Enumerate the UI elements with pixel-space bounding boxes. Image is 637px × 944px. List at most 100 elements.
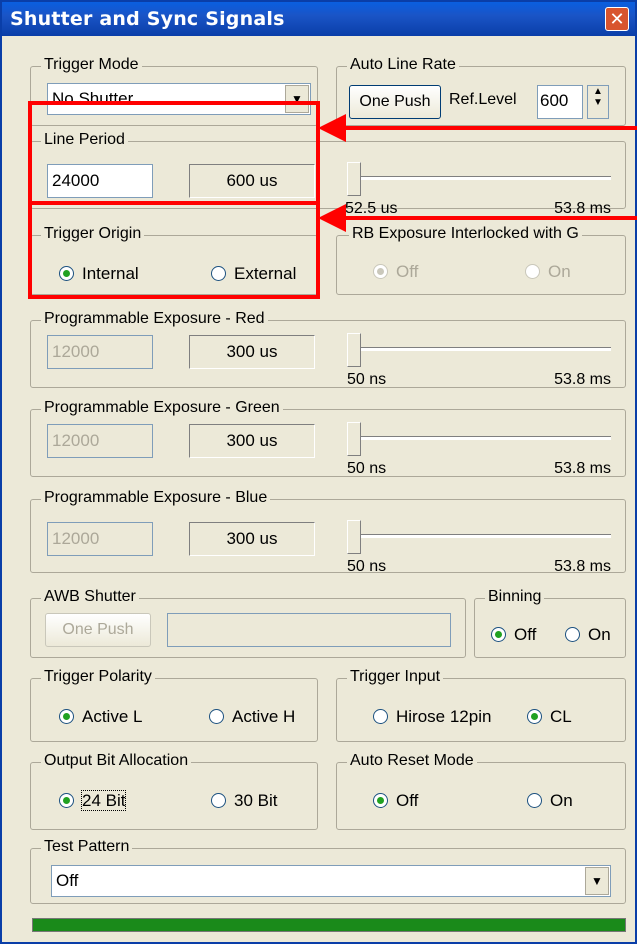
- exposure-green-group: Programmable Exposure - Green 12000 300 …: [30, 399, 626, 478]
- trigger-polarity-group: Trigger Polarity Active L Active H: [30, 668, 318, 742]
- rb-exposure-group: RB Exposure Interlocked with G Off On: [336, 225, 626, 295]
- radio-label: On: [548, 262, 571, 281]
- trigger-mode-legend: Trigger Mode: [41, 56, 142, 74]
- auto-line-rate-legend: Auto Line Rate: [347, 56, 459, 74]
- auto-reset-group: Auto Reset Mode Off On: [336, 752, 626, 830]
- window-title: Shutter and Sync Signals: [10, 8, 285, 30]
- exposure-blue-group: Programmable Exposure - Blue 12000 300 u…: [30, 489, 626, 576]
- awb-shutter-legend: AWB Shutter: [41, 588, 139, 606]
- radio-dot: [373, 709, 388, 724]
- auto-reset-legend: Auto Reset Mode: [347, 752, 477, 770]
- trigger-polarity-legend: Trigger Polarity: [41, 668, 155, 686]
- radio-dot: [373, 793, 388, 808]
- exposure-green-input[interactable]: 12000: [47, 424, 153, 458]
- rb-exposure-off-radio[interactable]: Off: [373, 262, 418, 282]
- exposure-green-min: 50 ns: [347, 460, 387, 477]
- output-bit-30-radio[interactable]: 30 Bit: [211, 791, 277, 811]
- exposure-green-max: 53.8 ms: [554, 460, 611, 477]
- output-bit-24-radio[interactable]: 24 Bit: [59, 790, 127, 811]
- exposure-red-max: 53.8 ms: [554, 371, 611, 388]
- test-pattern-value: Off: [56, 871, 79, 890]
- dialog-window: Shutter and Sync Signals ✕ Trigger Mode …: [0, 0, 637, 944]
- ref-level-spinner[interactable]: ▲ ▼: [587, 85, 609, 119]
- binning-on-radio[interactable]: On: [565, 625, 611, 645]
- slider-thumb[interactable]: [347, 162, 361, 196]
- radio-dot: [209, 709, 224, 724]
- binning-group: Binning Off On: [474, 588, 626, 658]
- radio-label: Off: [396, 262, 419, 281]
- binning-legend: Binning: [485, 588, 545, 606]
- radio-dot: [491, 627, 506, 642]
- binning-off-radio[interactable]: Off: [491, 625, 536, 645]
- radio-label: On: [588, 625, 611, 644]
- trigger-input-cl-radio[interactable]: CL: [527, 707, 572, 727]
- trigger-polarity-active-h-radio[interactable]: Active H: [209, 707, 295, 727]
- exposure-green-legend: Programmable Exposure - Green: [41, 399, 283, 417]
- radio-label: CL: [550, 707, 572, 726]
- exposure-red-legend: Programmable Exposure - Red: [41, 310, 268, 328]
- trigger-input-group: Trigger Input Hirose 12pin CL: [336, 668, 626, 742]
- exposure-blue-min: 50 ns: [347, 558, 387, 575]
- exposure-green-slider[interactable]: 50 ns 53.8 ms: [347, 422, 611, 478]
- radio-dot: [527, 793, 542, 808]
- radio-label: On: [550, 791, 573, 810]
- slider-track: [347, 436, 611, 440]
- exposure-blue-legend: Programmable Exposure - Blue: [41, 489, 271, 507]
- rb-exposure-on-radio[interactable]: On: [525, 262, 571, 282]
- exposure-red-readout: 300 us: [189, 335, 315, 369]
- exposure-blue-input[interactable]: 12000: [47, 522, 153, 556]
- awb-shutter-group: AWB Shutter One Push: [30, 588, 466, 658]
- radio-dot: [565, 627, 580, 642]
- output-bit-legend: Output Bit Allocation: [41, 752, 192, 770]
- radio-dot: [59, 793, 74, 808]
- exposure-red-group: Programmable Exposure - Red 12000 300 us…: [30, 310, 626, 389]
- line-period-slider[interactable]: 52.5 us 53.8 ms: [345, 162, 611, 218]
- exposure-green-readout: 300 us: [189, 424, 315, 458]
- radio-dot: [525, 264, 540, 279]
- slider-track: [347, 534, 611, 538]
- exposure-red-slider[interactable]: 50 ns 53.8 ms: [347, 333, 611, 389]
- highlight-box-line-period: [28, 101, 320, 205]
- radio-dot: [373, 264, 388, 279]
- title-bar: Shutter and Sync Signals ✕: [2, 2, 635, 36]
- test-pattern-dropdown[interactable]: Off ▼: [51, 865, 611, 897]
- exposure-red-input[interactable]: 12000: [47, 335, 153, 369]
- trigger-input-hirose-radio[interactable]: Hirose 12pin: [373, 707, 491, 727]
- exposure-blue-slider[interactable]: 50 ns 53.8 ms: [347, 520, 611, 576]
- radio-label: Active L: [82, 707, 143, 726]
- close-icon[interactable]: ✕: [605, 7, 629, 31]
- radio-label: Hirose 12pin: [396, 707, 492, 726]
- awb-status-field: [167, 613, 451, 647]
- radio-label: Off: [396, 791, 419, 810]
- exposure-blue-readout: 300 us: [189, 522, 315, 556]
- chevron-down-icon[interactable]: ▼: [585, 867, 609, 895]
- trigger-polarity-active-l-radio[interactable]: Active L: [59, 707, 142, 727]
- rb-exposure-legend: RB Exposure Interlocked with G: [349, 225, 582, 243]
- ref-level-input[interactable]: 600: [537, 85, 583, 119]
- radio-label: Off: [514, 625, 537, 644]
- test-pattern-legend: Test Pattern: [41, 838, 133, 856]
- radio-label: Active H: [232, 707, 296, 726]
- exposure-blue-max: 53.8 ms: [554, 558, 611, 575]
- trigger-input-legend: Trigger Input: [347, 668, 444, 686]
- ref-level-label: Ref.Level: [449, 91, 517, 108]
- radio-label: 24 Bit: [80, 790, 127, 811]
- radio-dot: [59, 709, 74, 724]
- exposure-red-min: 50 ns: [347, 371, 387, 388]
- auto-line-rate-one-push-button[interactable]: One Push: [349, 85, 441, 119]
- status-progress-bar: [32, 918, 626, 932]
- auto-reset-off-radio[interactable]: Off: [373, 791, 418, 811]
- auto-reset-on-radio[interactable]: On: [527, 791, 573, 811]
- slider-thumb[interactable]: [347, 333, 361, 367]
- highlight-box-trigger-origin: [28, 201, 320, 299]
- radio-dot: [211, 793, 226, 808]
- slider-track: [347, 347, 611, 351]
- awb-one-push-button[interactable]: One Push: [45, 613, 151, 647]
- slider-thumb[interactable]: [347, 422, 361, 456]
- slider-thumb[interactable]: [347, 520, 361, 554]
- auto-line-rate-group: Auto Line Rate One Push Ref.Level 600 ▲ ▼: [336, 56, 626, 126]
- output-bit-group: Output Bit Allocation 24 Bit 30 Bit: [30, 752, 318, 830]
- slider-track: [347, 176, 611, 180]
- arrow-shaft: [342, 126, 637, 130]
- radio-dot: [527, 709, 542, 724]
